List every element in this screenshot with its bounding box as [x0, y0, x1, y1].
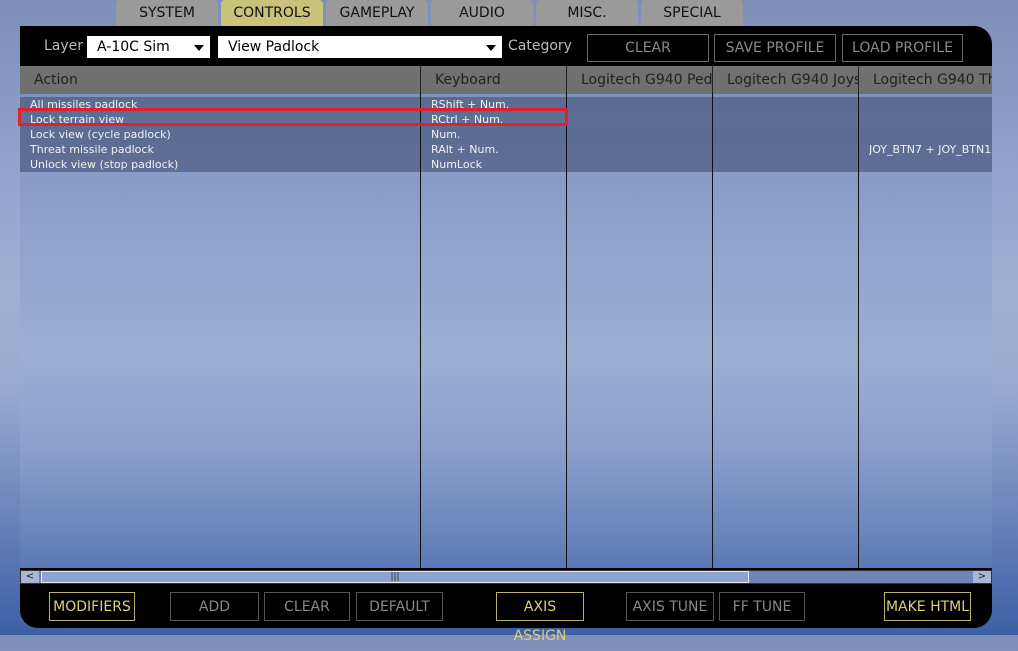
bottom-button-bar: MODIFIERS ADD CLEAR DEFAULT AXIS ASSIGN … — [20, 591, 992, 644]
clear-button[interactable]: CLEAR — [264, 592, 350, 621]
tab-gameplay[interactable]: GAMEPLAY — [326, 0, 428, 26]
controls-panel: Layer A-10C Sim View Padlock Category CL… — [20, 26, 992, 644]
table-row[interactable]: Unlock view (stop padlock) NumLock — [20, 157, 992, 172]
action-cell: Unlock view (stop padlock) — [30, 158, 179, 171]
axis-tune-button[interactable]: AXIS TUNE — [626, 592, 714, 621]
tab-misc[interactable]: MISC. — [536, 0, 638, 26]
action-cell: All missiles padlock — [30, 98, 138, 111]
save-profile-as-button[interactable]: SAVE PROFILE AS — [714, 34, 836, 83]
column-divider — [420, 94, 421, 568]
column-header-joystick[interactable]: Logitech G940 Joystick — [713, 66, 859, 94]
column-divider — [566, 94, 567, 568]
category-label: Category — [508, 38, 572, 54]
layer-select[interactable]: A-10C Sim — [87, 36, 210, 58]
table-row[interactable]: Threat missile padlock RAlt + Num. JOY_B… — [20, 142, 992, 157]
action-cell: Threat missile padlock — [30, 143, 154, 156]
table-row[interactable]: Lock view (cycle padlock) Num. — [20, 127, 992, 142]
add-button[interactable]: ADD — [170, 592, 259, 621]
column-divider — [858, 94, 859, 568]
tab-controls[interactable]: CONTROLS — [221, 0, 323, 26]
throttle-cell[interactable]: JOY_BTN7 + JOY_BTN11 — [869, 142, 992, 157]
keyboard-cell[interactable]: NumLock — [431, 157, 482, 172]
bindings-grid: Action Keyboard Logitech G940 Pedals Log… — [20, 66, 992, 568]
tab-special[interactable]: SPECIAL — [641, 0, 743, 26]
keyboard-cell[interactable]: RCtrl + Num. — [431, 112, 503, 127]
top-tab-bar: SYSTEM CONTROLS GAMEPLAY AUDIO MISC. SPE… — [116, 0, 746, 26]
action-cell: Lock view (cycle padlock) — [30, 128, 171, 141]
grid-header: Action Keyboard Logitech G940 Pedals Log… — [20, 66, 992, 94]
chevron-down-icon — [194, 45, 204, 51]
table-row[interactable]: Lock terrain view RCtrl + Num. — [20, 112, 992, 127]
category-select-value: View Padlock — [228, 39, 320, 55]
keyboard-cell[interactable]: Num. — [431, 127, 460, 142]
modifiers-button[interactable]: MODIFIERS — [49, 592, 135, 621]
column-header-pedals[interactable]: Logitech G940 Pedals — [567, 66, 713, 94]
controls-toolbar: Layer A-10C Sim View Padlock Category CL… — [20, 34, 992, 83]
scroll-left-icon[interactable]: < — [21, 571, 39, 583]
default-button[interactable]: DEFAULT — [356, 592, 443, 621]
scrollbar-thumb[interactable]: ||| — [41, 571, 749, 583]
keyboard-cell[interactable]: RAlt + Num. — [431, 142, 499, 157]
tab-audio[interactable]: AUDIO — [431, 0, 533, 26]
column-header-keyboard[interactable]: Keyboard — [421, 66, 567, 94]
keyboard-cell[interactable]: RShift + Num. — [431, 97, 509, 112]
layer-label: Layer — [44, 38, 84, 54]
chevron-down-icon — [486, 45, 496, 51]
ff-tune-button[interactable]: FF TUNE — [719, 592, 805, 621]
scroll-right-icon[interactable]: > — [973, 571, 991, 583]
clear-category-button[interactable]: CLEAR CATEGORY — [587, 34, 709, 83]
horizontal-scrollbar[interactable]: < ||| > — [20, 570, 992, 584]
column-divider — [712, 94, 713, 568]
column-header-throttle[interactable]: Logitech G940 Throttle — [859, 66, 992, 94]
load-profile-button[interactable]: LOAD PROFILE — [842, 34, 963, 62]
tab-system[interactable]: SYSTEM — [116, 0, 218, 26]
column-header-action[interactable]: Action — [20, 66, 421, 94]
action-cell: Lock terrain view — [30, 113, 125, 126]
table-row[interactable]: All missiles padlock RShift + Num. — [20, 97, 992, 112]
category-select[interactable]: View Padlock — [218, 36, 502, 58]
make-html-button[interactable]: MAKE HTML — [884, 592, 971, 621]
axis-assign-button[interactable]: AXIS ASSIGN — [496, 592, 584, 644]
layer-select-value: A-10C Sim — [97, 39, 170, 55]
